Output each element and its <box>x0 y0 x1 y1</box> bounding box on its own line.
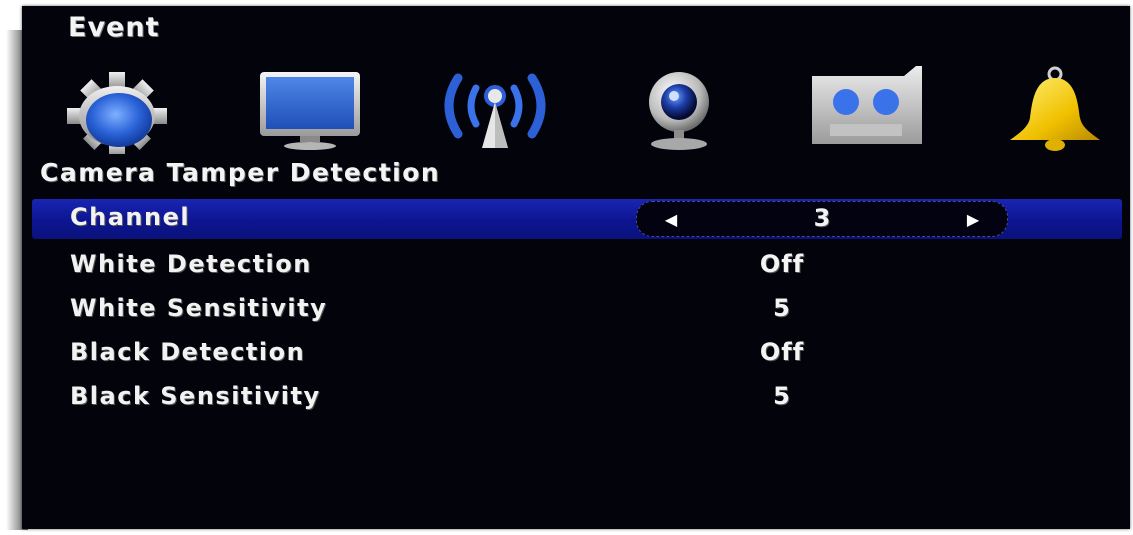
row-white-detection[interactable]: White Detection Off <box>32 246 1122 286</box>
network-icon[interactable] <box>430 66 560 154</box>
display-icon[interactable] <box>254 66 366 154</box>
row-black-detection[interactable]: Black Detection Off <box>32 334 1122 374</box>
row-value[interactable]: 5 <box>722 294 842 322</box>
row-value[interactable]: Off <box>722 250 842 278</box>
camera-icon[interactable] <box>634 66 724 154</box>
page-title: Event <box>68 12 160 43</box>
record-icon[interactable] <box>804 66 934 154</box>
system-settings-icon[interactable] <box>62 66 172 154</box>
row-label: Black Detection <box>70 338 306 366</box>
row-value: 3 <box>813 204 831 232</box>
row-label: Black Sensitivity <box>70 382 321 410</box>
section-title: Camera Tamper Detection <box>40 158 441 187</box>
row-label: Channel <box>70 203 191 231</box>
event-bell-icon[interactable] <box>1000 66 1110 154</box>
row-value[interactable]: Off <box>722 338 842 366</box>
channel-spinner[interactable]: ◀ 3 ▶ <box>636 201 1008 237</box>
row-label: White Sensitivity <box>70 294 328 322</box>
row-value[interactable]: 5 <box>722 382 842 410</box>
screenshot-frame: Event Camera Tamper Detection Channel ◀ … <box>0 0 1133 535</box>
row-black-sensitivity[interactable]: Black Sensitivity 5 <box>32 378 1122 418</box>
row-channel[interactable]: Channel ◀ 3 ▶ <box>32 199 1122 239</box>
dvr-menu-screen: Event Camera Tamper Detection Channel ◀ … <box>22 6 1130 529</box>
row-white-sensitivity[interactable]: White Sensitivity 5 <box>32 290 1122 330</box>
row-label: White Detection <box>70 250 312 278</box>
arrow-right-icon[interactable]: ▶ <box>963 210 983 230</box>
